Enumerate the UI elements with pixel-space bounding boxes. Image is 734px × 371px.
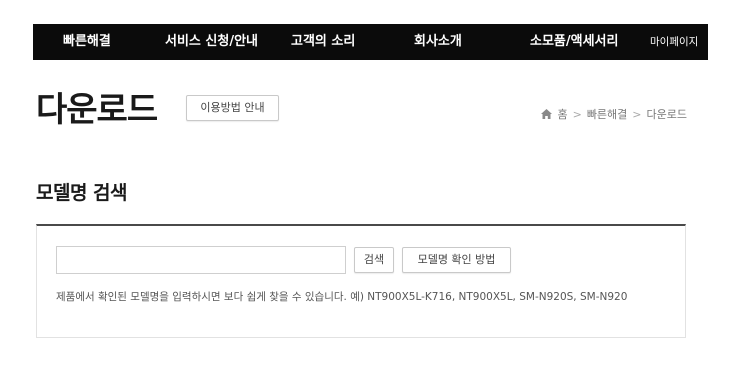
nav-item-quick-solution[interactable]: 빠른해결 xyxy=(63,24,111,60)
chevron-right-icon: > xyxy=(632,107,642,121)
search-helper-text: 제품에서 확인된 모델명을 입력하시면 보다 쉽게 찾을 수 있습니다. 예) … xyxy=(56,291,628,303)
breadcrumb-home[interactable]: 홈 xyxy=(557,106,567,122)
section-title-model-search: 모델명 검색 xyxy=(36,182,128,204)
model-check-howto-button[interactable]: 모델명 확인 방법 xyxy=(402,247,511,273)
breadcrumb-current: 다운로드 xyxy=(646,108,687,121)
nav-item-consumables[interactable]: 소모품/액세서리 xyxy=(530,24,618,60)
breadcrumb: 홈 > 빠른해결 > 다운로드 xyxy=(541,106,687,122)
nav-item-customer-voice[interactable]: 고객의 소리 xyxy=(291,24,355,60)
chevron-right-icon: > xyxy=(572,107,582,121)
home-icon xyxy=(541,109,553,119)
nav-item-company-info[interactable]: 회사소개 xyxy=(414,24,462,60)
page-title: 다운로드 xyxy=(36,90,158,130)
breadcrumb-quick-solution[interactable]: 빠른해결 xyxy=(587,106,627,122)
nav-item-mypage[interactable]: 마이페이지 xyxy=(650,24,698,60)
model-search-panel: 검색 모델명 확인 방법 제품에서 확인된 모델명을 입력하시면 보다 쉽게 찾… xyxy=(36,224,686,338)
top-navigation: 빠른해결 서비스 신청/안내 고객의 소리 회사소개 소모품/액세서리 마이페이… xyxy=(33,24,708,60)
nav-item-service-request[interactable]: 서비스 신청/안내 xyxy=(165,24,258,60)
usage-guide-button[interactable]: 이용방법 안내 xyxy=(186,95,279,121)
model-search-input[interactable] xyxy=(56,246,346,274)
search-button[interactable]: 검색 xyxy=(354,247,394,273)
